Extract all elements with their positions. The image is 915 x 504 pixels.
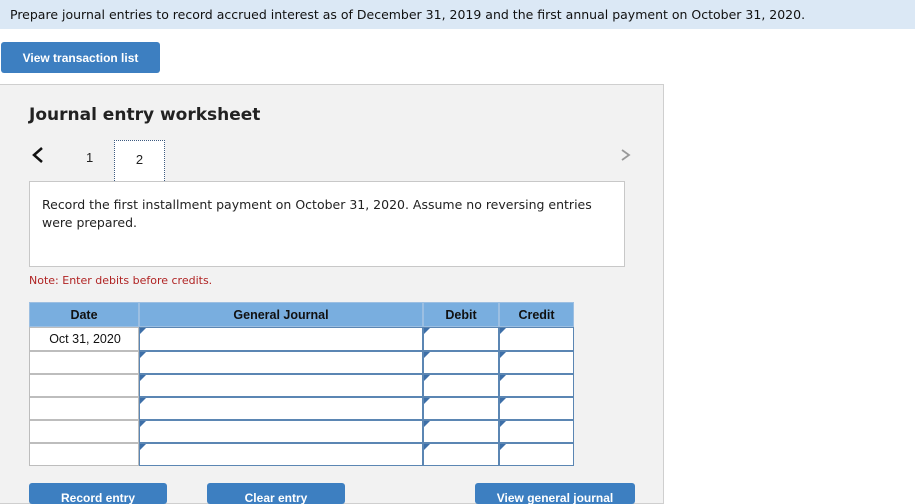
date-cell[interactable] (29, 397, 139, 420)
general-journal-input[interactable] (139, 374, 423, 397)
column-header-general-journal: General Journal (139, 302, 423, 327)
general-journal-input[interactable] (139, 443, 423, 466)
instruction-box: Record the first installment payment on … (29, 181, 625, 267)
worksheet-page-2[interactable]: 2 (114, 140, 165, 183)
dropdown-indicator-icon (140, 398, 146, 404)
record-entry-button[interactable]: Record entry (29, 483, 167, 504)
date-cell[interactable] (29, 374, 139, 397)
dropdown-indicator-icon (424, 421, 430, 427)
dropdown-indicator-icon (500, 421, 506, 427)
credit-input[interactable] (499, 397, 574, 420)
general-journal-input[interactable] (139, 397, 423, 420)
dropdown-indicator-icon (424, 375, 430, 381)
dropdown-indicator-icon (500, 328, 506, 334)
dropdown-indicator-icon (424, 352, 430, 358)
dropdown-indicator-icon (140, 352, 146, 358)
debit-credit-note: Note: Enter debits before credits. (29, 274, 213, 287)
column-header-credit: Credit (499, 302, 574, 327)
date-value: Oct 31, 2020 (49, 332, 121, 346)
credit-input[interactable] (499, 327, 574, 351)
general-journal-input[interactable] (139, 420, 423, 443)
dropdown-indicator-icon (500, 398, 506, 404)
column-header-debit: Debit (423, 302, 499, 327)
date-cell[interactable]: Oct 31, 2020 (29, 327, 139, 351)
debit-input[interactable] (423, 397, 499, 420)
debit-input[interactable] (423, 351, 499, 374)
general-journal-input[interactable] (139, 327, 423, 351)
view-general-journal-button[interactable]: View general journal (475, 483, 635, 504)
date-cell[interactable] (29, 443, 139, 466)
clear-entry-button[interactable]: Clear entry (207, 483, 345, 504)
debit-input[interactable] (423, 374, 499, 397)
credit-input[interactable] (499, 420, 574, 443)
chevron-right-icon[interactable] (618, 145, 634, 165)
view-transaction-list-button[interactable]: View transaction list (1, 42, 160, 73)
chevron-left-icon[interactable] (30, 145, 46, 165)
credit-input[interactable] (499, 443, 574, 466)
dropdown-indicator-icon (424, 398, 430, 404)
debit-input[interactable] (423, 327, 499, 351)
dropdown-indicator-icon (500, 444, 506, 450)
worksheet-page-1[interactable]: 1 (86, 150, 93, 165)
dropdown-indicator-icon (140, 444, 146, 450)
dropdown-indicator-icon (140, 421, 146, 427)
column-header-date: Date (29, 302, 139, 327)
date-cell[interactable] (29, 420, 139, 443)
dropdown-indicator-icon (424, 444, 430, 450)
dropdown-indicator-icon (140, 328, 146, 334)
credit-input[interactable] (499, 351, 574, 374)
question-banner: Prepare journal entries to record accrue… (0, 0, 915, 29)
dropdown-indicator-icon (500, 352, 506, 358)
dropdown-indicator-icon (140, 375, 146, 381)
debit-input[interactable] (423, 420, 499, 443)
debit-input[interactable] (423, 443, 499, 466)
dropdown-indicator-icon (500, 375, 506, 381)
worksheet-title: Journal entry worksheet (29, 105, 261, 125)
general-journal-input[interactable] (139, 351, 423, 374)
dropdown-indicator-icon (424, 328, 430, 334)
credit-input[interactable] (499, 374, 574, 397)
date-cell[interactable] (29, 351, 139, 374)
